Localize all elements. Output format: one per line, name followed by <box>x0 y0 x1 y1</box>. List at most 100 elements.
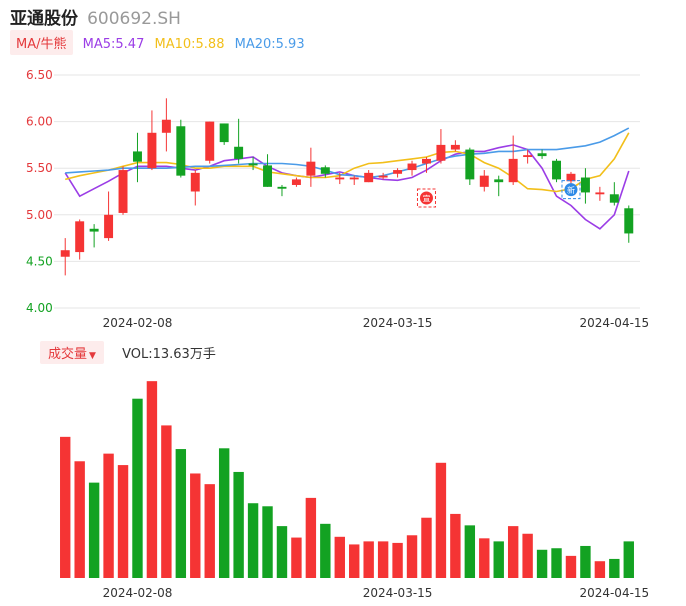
candle <box>104 191 114 241</box>
candle <box>580 168 590 204</box>
candle <box>277 184 287 197</box>
candle-body <box>407 163 417 171</box>
y-tick-label: 5.00 <box>26 208 53 222</box>
candle-body <box>320 167 330 174</box>
volume-bar <box>392 542 403 578</box>
candle <box>552 158 562 183</box>
volume-bar <box>175 449 187 578</box>
volume-bar <box>161 425 172 578</box>
candle <box>624 205 634 243</box>
x-tick-label: 2024-04-15 <box>579 316 649 330</box>
volume-bar <box>551 548 562 578</box>
candle-body <box>450 144 460 150</box>
candle <box>205 121 215 164</box>
candle-body <box>349 177 359 180</box>
x-tick-label: 2024-02-08 <box>103 316 173 330</box>
candle-body <box>335 177 345 180</box>
volume-bar <box>305 497 317 578</box>
candle-body <box>263 165 273 187</box>
y-tick-label: 6.50 <box>26 68 53 82</box>
chart-canvas[interactable]: 6.506.005.505.004.504.00 宣新 2024-02-08 20… <box>0 0 686 606</box>
volume-bar <box>146 381 158 578</box>
volume-bar <box>623 541 634 578</box>
volume-bar <box>233 471 244 578</box>
volume-bar <box>594 561 606 578</box>
volume-bar <box>132 398 143 578</box>
candle <box>566 171 576 185</box>
volume-bar <box>580 545 591 578</box>
candle-body <box>176 126 186 176</box>
candle <box>465 147 475 185</box>
candle <box>291 177 301 187</box>
candle <box>75 219 85 260</box>
candle <box>479 170 489 192</box>
candle-body <box>508 158 518 183</box>
volume-bar <box>74 461 85 578</box>
marker-label: 宣 <box>422 194 430 204</box>
volume-bars <box>60 381 634 578</box>
event-marker: 新 <box>561 180 581 200</box>
volume-bar <box>349 544 360 578</box>
candle <box>393 168 403 178</box>
x-tick-label: 2024-03-15 <box>363 586 433 600</box>
volume-bar <box>565 555 577 578</box>
candle-body <box>118 170 128 213</box>
event-marker: 宣 <box>416 188 436 208</box>
volume-bar <box>536 549 548 578</box>
volume-bar <box>450 513 461 578</box>
candle <box>263 154 273 187</box>
candle-body <box>566 173 576 182</box>
candle <box>595 186 605 201</box>
candle <box>450 140 460 152</box>
y-tick-label: 4.50 <box>26 254 53 268</box>
candle-body <box>277 186 287 189</box>
volume-bar <box>103 453 114 578</box>
candle <box>306 147 316 187</box>
volume-bar <box>320 523 331 578</box>
x-tick-label: 2024-04-15 <box>579 586 649 600</box>
volume-bar <box>377 541 389 578</box>
volume-bar <box>262 506 273 578</box>
candle <box>523 149 533 164</box>
candle-body <box>595 192 605 195</box>
candle-body <box>205 121 215 161</box>
candle <box>147 110 157 171</box>
volume-bar <box>507 526 519 578</box>
candle-body <box>479 175 489 187</box>
y-tick-label: 5.50 <box>26 161 53 175</box>
candle-body <box>190 172 200 192</box>
candle-body <box>465 149 475 180</box>
volume-bar <box>493 541 504 578</box>
volume-bar <box>464 525 476 578</box>
candle <box>609 182 619 206</box>
candle-body <box>161 119 171 133</box>
candle-body <box>132 151 142 162</box>
candle <box>161 98 171 152</box>
candle <box>118 166 128 215</box>
candle-body <box>393 170 403 174</box>
volume-bar <box>334 536 345 578</box>
candle-body <box>580 177 590 193</box>
volume-bar <box>609 558 620 578</box>
volume-bar <box>479 538 490 578</box>
candle <box>219 123 229 145</box>
candle-body <box>523 155 533 158</box>
candle-body <box>421 158 431 164</box>
volume-bar <box>276 526 288 578</box>
candle-body <box>248 163 258 166</box>
candle <box>508 135 518 185</box>
volume-bar <box>406 535 418 578</box>
price-y-axis: 6.50 6.00 5.50 5.00 4.50 4.00 <box>26 68 53 315</box>
volume-bar <box>421 517 432 578</box>
candle <box>234 118 244 164</box>
volume-bar <box>218 448 230 578</box>
candle-body <box>624 208 634 234</box>
candle-body <box>537 153 547 157</box>
volume-bar <box>204 484 215 578</box>
x-tick-label: 2024-02-08 <box>103 586 173 600</box>
candle <box>60 238 70 276</box>
volume-bar <box>88 482 100 578</box>
y-tick-label: 6.00 <box>26 115 53 129</box>
candle-body <box>494 179 504 183</box>
volume-bar <box>522 533 533 578</box>
